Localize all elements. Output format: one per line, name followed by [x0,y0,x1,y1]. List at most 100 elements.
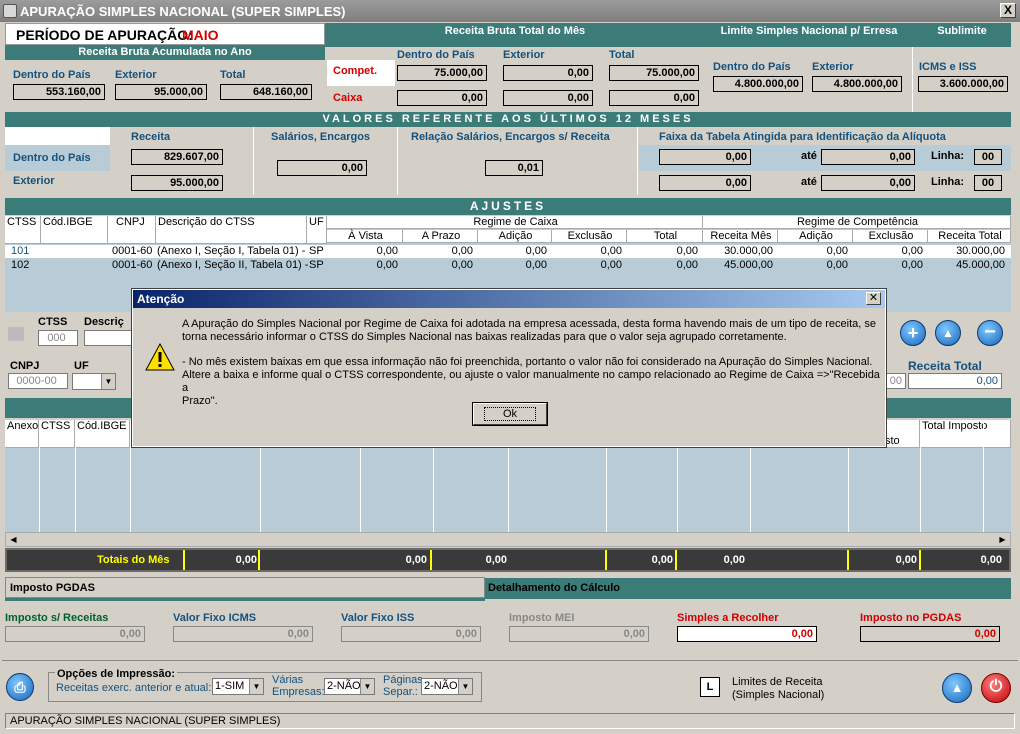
receitas-select-value: 1-SIM [215,680,245,692]
ultimos-receita-exterior[interactable]: 95.000,00 [131,175,223,191]
faixa1-linha[interactable]: 00 [974,149,1002,165]
limite-exterior[interactable]: 4.800.000,00 [812,76,902,92]
scroll-top-button[interactable]: ▲ [942,673,972,703]
col-receita-mes[interactable]: Receita Mês [703,230,778,243]
window-title: APURAÇÃO SIMPLES NACIONAL (SUPER SIMPLES… [20,4,346,19]
gridline [920,420,921,532]
table-row[interactable]: 102 0001-60 (Anexo I, Seção II, Tabela 0… [5,259,1011,272]
col-exclusao-comp[interactable]: Exclusão [853,230,928,243]
row-cnpj: 0001-60 [112,245,153,257]
remove-button[interactable]: − [977,320,1003,346]
relacao-value[interactable]: 0,01 [485,160,543,176]
chevron-down-icon: ▼ [249,679,263,694]
row-v7: 0,00 [901,259,923,271]
calc-col-ibge[interactable]: Cód.IBGE [75,420,130,448]
scroll-left-icon[interactable]: ◀ [7,533,20,546]
receitas-select[interactable]: 1-SIM ▼ [212,678,264,695]
acumulada-header: Receita Bruta Acumulada no Ano [5,45,325,60]
acumulada-exterior-label: Exterior [115,69,157,81]
dialog-close-icon[interactable]: ✕ [866,292,881,305]
tab-imposto-pgdas[interactable]: Imposto PGDAS [5,577,485,598]
edit-ctss-input[interactable]: 000 [38,330,78,346]
limites-button[interactable]: L [700,677,720,697]
fixo-iss-value[interactable]: 0,00 [341,626,481,642]
col-desc[interactable]: Descrição do CTSS [156,216,307,244]
faixa1-ate[interactable]: 0,00 [821,149,915,165]
totais-divider [919,550,921,570]
scroll-right-icon[interactable]: ▶ [996,533,1009,546]
imposto-pgdas-value[interactable]: 0,00 [860,626,1000,642]
limite-panel: Dentro do País Exterior 4.800.000,00 4.8… [705,47,913,112]
acumulada-total[interactable]: 648.160,00 [220,84,312,100]
window-close-button[interactable]: X [1000,3,1016,18]
calc-col-ctss[interactable]: CTSS [39,420,75,448]
faixa1-de[interactable]: 0,00 [659,149,751,165]
chevron-down-icon: ▼ [360,679,374,694]
mes-caixa-exterior[interactable]: 0,00 [503,90,593,106]
salarios-label: Salários, Encargos [271,131,371,143]
mes-panel: Dentro do País Exterior Total Compet. Ca… [325,47,705,112]
paginas-select[interactable]: 2-NÃO ▼ [421,678,473,695]
col-ibge[interactable]: Cód.IBGE [41,216,108,244]
edit-ctss-label: CTSS [38,316,68,328]
power-off-button[interactable]: ⏻ [981,673,1011,703]
printer-icon[interactable]: ⎙ [6,673,34,701]
imposto-mei-value[interactable]: 0,00 [509,626,649,642]
salarios-value[interactable]: 0,00 [277,160,367,176]
col-receita-total[interactable]: Receita Total [928,230,1011,243]
mes-compet-dentro[interactable]: 75.000,00 [397,65,487,81]
print-options-group: Opções de Impressão: Receitas exerc. ant… [48,668,482,702]
limite-dentro[interactable]: 4.800.000,00 [713,76,803,92]
faixa2-ate[interactable]: 0,00 [821,175,915,191]
move-up-button[interactable]: ▲ [935,320,961,346]
edit-desc-input[interactable] [84,330,132,346]
mes-caixa-total[interactable]: 0,00 [609,90,699,106]
row-desc: (Anexo I, Seção II, Tabela 01) - [157,259,308,271]
ok-button[interactable]: Ok [472,402,548,426]
calc-col-total-imposto[interactable]: Total Imposto [920,420,1011,448]
gridline [983,420,984,532]
col-adicao-comp[interactable]: Adição [778,230,853,243]
col-total-caixa[interactable]: Total [627,230,703,243]
add-button[interactable]: + [900,320,926,346]
col-exclusao-caixa[interactable]: Exclusão [552,230,627,243]
ultimos-dentro-label: Dentro do País [13,152,91,164]
sublimite-panel: ICMS e ISS 3.600.000,00 [913,47,1011,112]
varias-select[interactable]: 2-NÃO ▼ [324,678,375,695]
ok-button-label: Ok [483,407,537,421]
faixa1-ate-label: até [801,150,817,162]
limites-line2: (Simples Nacional) [732,689,825,701]
sublimite-value[interactable]: 3.600.000,00 [918,76,1008,92]
printer-small-icon[interactable] [8,327,24,341]
calc-col-anexo[interactable]: Anexo [5,420,39,448]
imposto-receitas-value[interactable]: 0,00 [5,626,145,642]
horizontal-scrollbar[interactable]: ◀ ▶ [5,532,1011,547]
table-row[interactable]: 101 0001-60 (Anexo I, Seção I, Tabela 01… [5,245,1011,258]
totais-value: 0,00 [235,554,257,566]
col-adicao-caixa[interactable]: Adição [478,230,552,243]
edit-cnpj-input[interactable]: 0000-00 [8,373,68,389]
acumulada-exterior[interactable]: 95.000,00 [115,84,207,100]
col-avista[interactable]: À Vista [327,230,403,243]
title-bar: APURAÇÃO SIMPLES NACIONAL (SUPER SIMPLES… [0,0,1020,22]
col-ctss[interactable]: CTSS [5,216,41,244]
mes-compet-exterior[interactable]: 0,00 [503,65,593,81]
fixo-icms-value[interactable]: 0,00 [173,626,313,642]
mes-caixa-dentro[interactable]: 0,00 [397,90,487,106]
acumulada-dentro[interactable]: 553.160,00 [13,84,105,100]
ultimos-receita-label: Receita [131,131,171,143]
edit-uf-select[interactable]: ▼ [72,373,116,390]
faixa2-de[interactable]: 0,00 [659,175,751,191]
simples-recolher-value[interactable]: 0,00 [677,626,817,642]
tab-detalhamento[interactable]: Detalhamento do Cálculo [485,578,1011,599]
mes-compet-total[interactable]: 75.000,00 [609,65,699,81]
totais-value: 0,00 [405,554,427,566]
col-cnpj[interactable]: CNPJ [108,216,156,244]
col-aprazo[interactable]: A Prazo [403,230,478,243]
row-ctss: 101 [11,245,30,257]
receita-total-input[interactable]: 0,00 [908,373,1002,389]
ultimos-receita-dentro[interactable]: 829.607,00 [131,149,223,165]
faixa2-linha[interactable]: 00 [974,175,1002,191]
periodo-label: PERÍODO DE APURAÇÃO: [16,27,193,43]
col-uf[interactable]: UF [307,216,327,244]
